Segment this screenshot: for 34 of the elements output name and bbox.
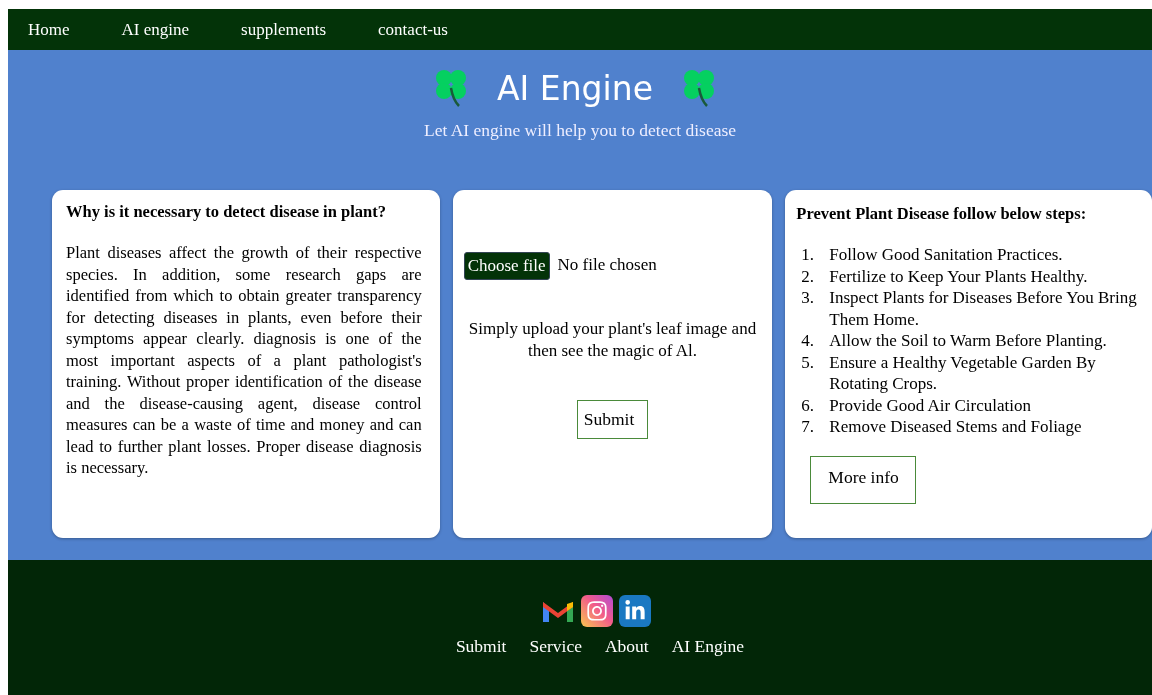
- instagram-icon[interactable]: [581, 595, 613, 627]
- nav-link[interactable]: Home: [28, 19, 70, 40]
- nav-link[interactable]: contact-us: [378, 19, 448, 40]
- step-number: 4.: [801, 330, 816, 352]
- more-info-button[interactable]: More info: [810, 455, 916, 504]
- footer-link[interactable]: Service: [529, 636, 582, 657]
- choose-file-button[interactable]: Choose file: [463, 252, 550, 280]
- step-text: Follow Good Sanitation Practices.: [829, 244, 1063, 266]
- submit-button[interactable]: Submit: [576, 400, 649, 439]
- step-number: 5.: [801, 351, 816, 374]
- page-title: AI Engine: [497, 68, 653, 108]
- step-text: Fertilize to Keep Your Plants Healthy.: [829, 265, 1088, 287]
- nav-link[interactable]: supplements: [241, 19, 327, 40]
- step-text: Provide Good Air Circulation: [829, 394, 1031, 416]
- step-number: 6.: [801, 394, 816, 416]
- card-heading: Why is it necessary to detect disease in plant?: [66, 202, 387, 222]
- step-text: Remove Diseased Stems and Foliage: [829, 416, 1082, 438]
- card-heading: Prevent Plant Disease follow below steps:: [796, 204, 1088, 224]
- step-text: Allow the Soil to Warm Before Planting.: [829, 330, 1107, 352]
- page-subtitle: Let AI engine will help you to detect disease: [424, 120, 736, 141]
- footer-link[interactable]: About: [604, 636, 649, 657]
- step-number: 7.: [801, 416, 816, 438]
- step-text: Inspect Plants for Diseases Before You Bring Them Home.: [829, 287, 1138, 330]
- step-number: 2.: [801, 265, 816, 287]
- card-text: Plant diseases affect the growth of their respective species. In addition, some research gaps are identified from which to obtain greater transparency for detecting diseases in plants, even before their symptoms appear clearly. diagnosis is one of the most important aspects of a plant pathologist's training. Without proper identification of the disease and the disease-causing agent, disease control measures can be a waste of time and money and can lead to further plant losses. Proper disease diagnosis is necessary.: [66, 242, 422, 479]
- step-number: 3.: [801, 287, 816, 309]
- upload-hint: Simply upload your plant's leaf image and then see the magic of Al.: [467, 318, 758, 361]
- step-number: 1.: [801, 244, 816, 266]
- linkedin-icon[interactable]: [619, 595, 651, 627]
- file-status: No file chosen: [557, 255, 657, 275]
- step-text: Ensure a Healthy Vegetable Garden By Rotating Crops.: [829, 351, 1097, 395]
- nav-link[interactable]: AI engine: [121, 19, 190, 40]
- footer-link[interactable]: Submit: [455, 636, 507, 657]
- footer-link[interactable]: AI Engine: [671, 636, 745, 657]
